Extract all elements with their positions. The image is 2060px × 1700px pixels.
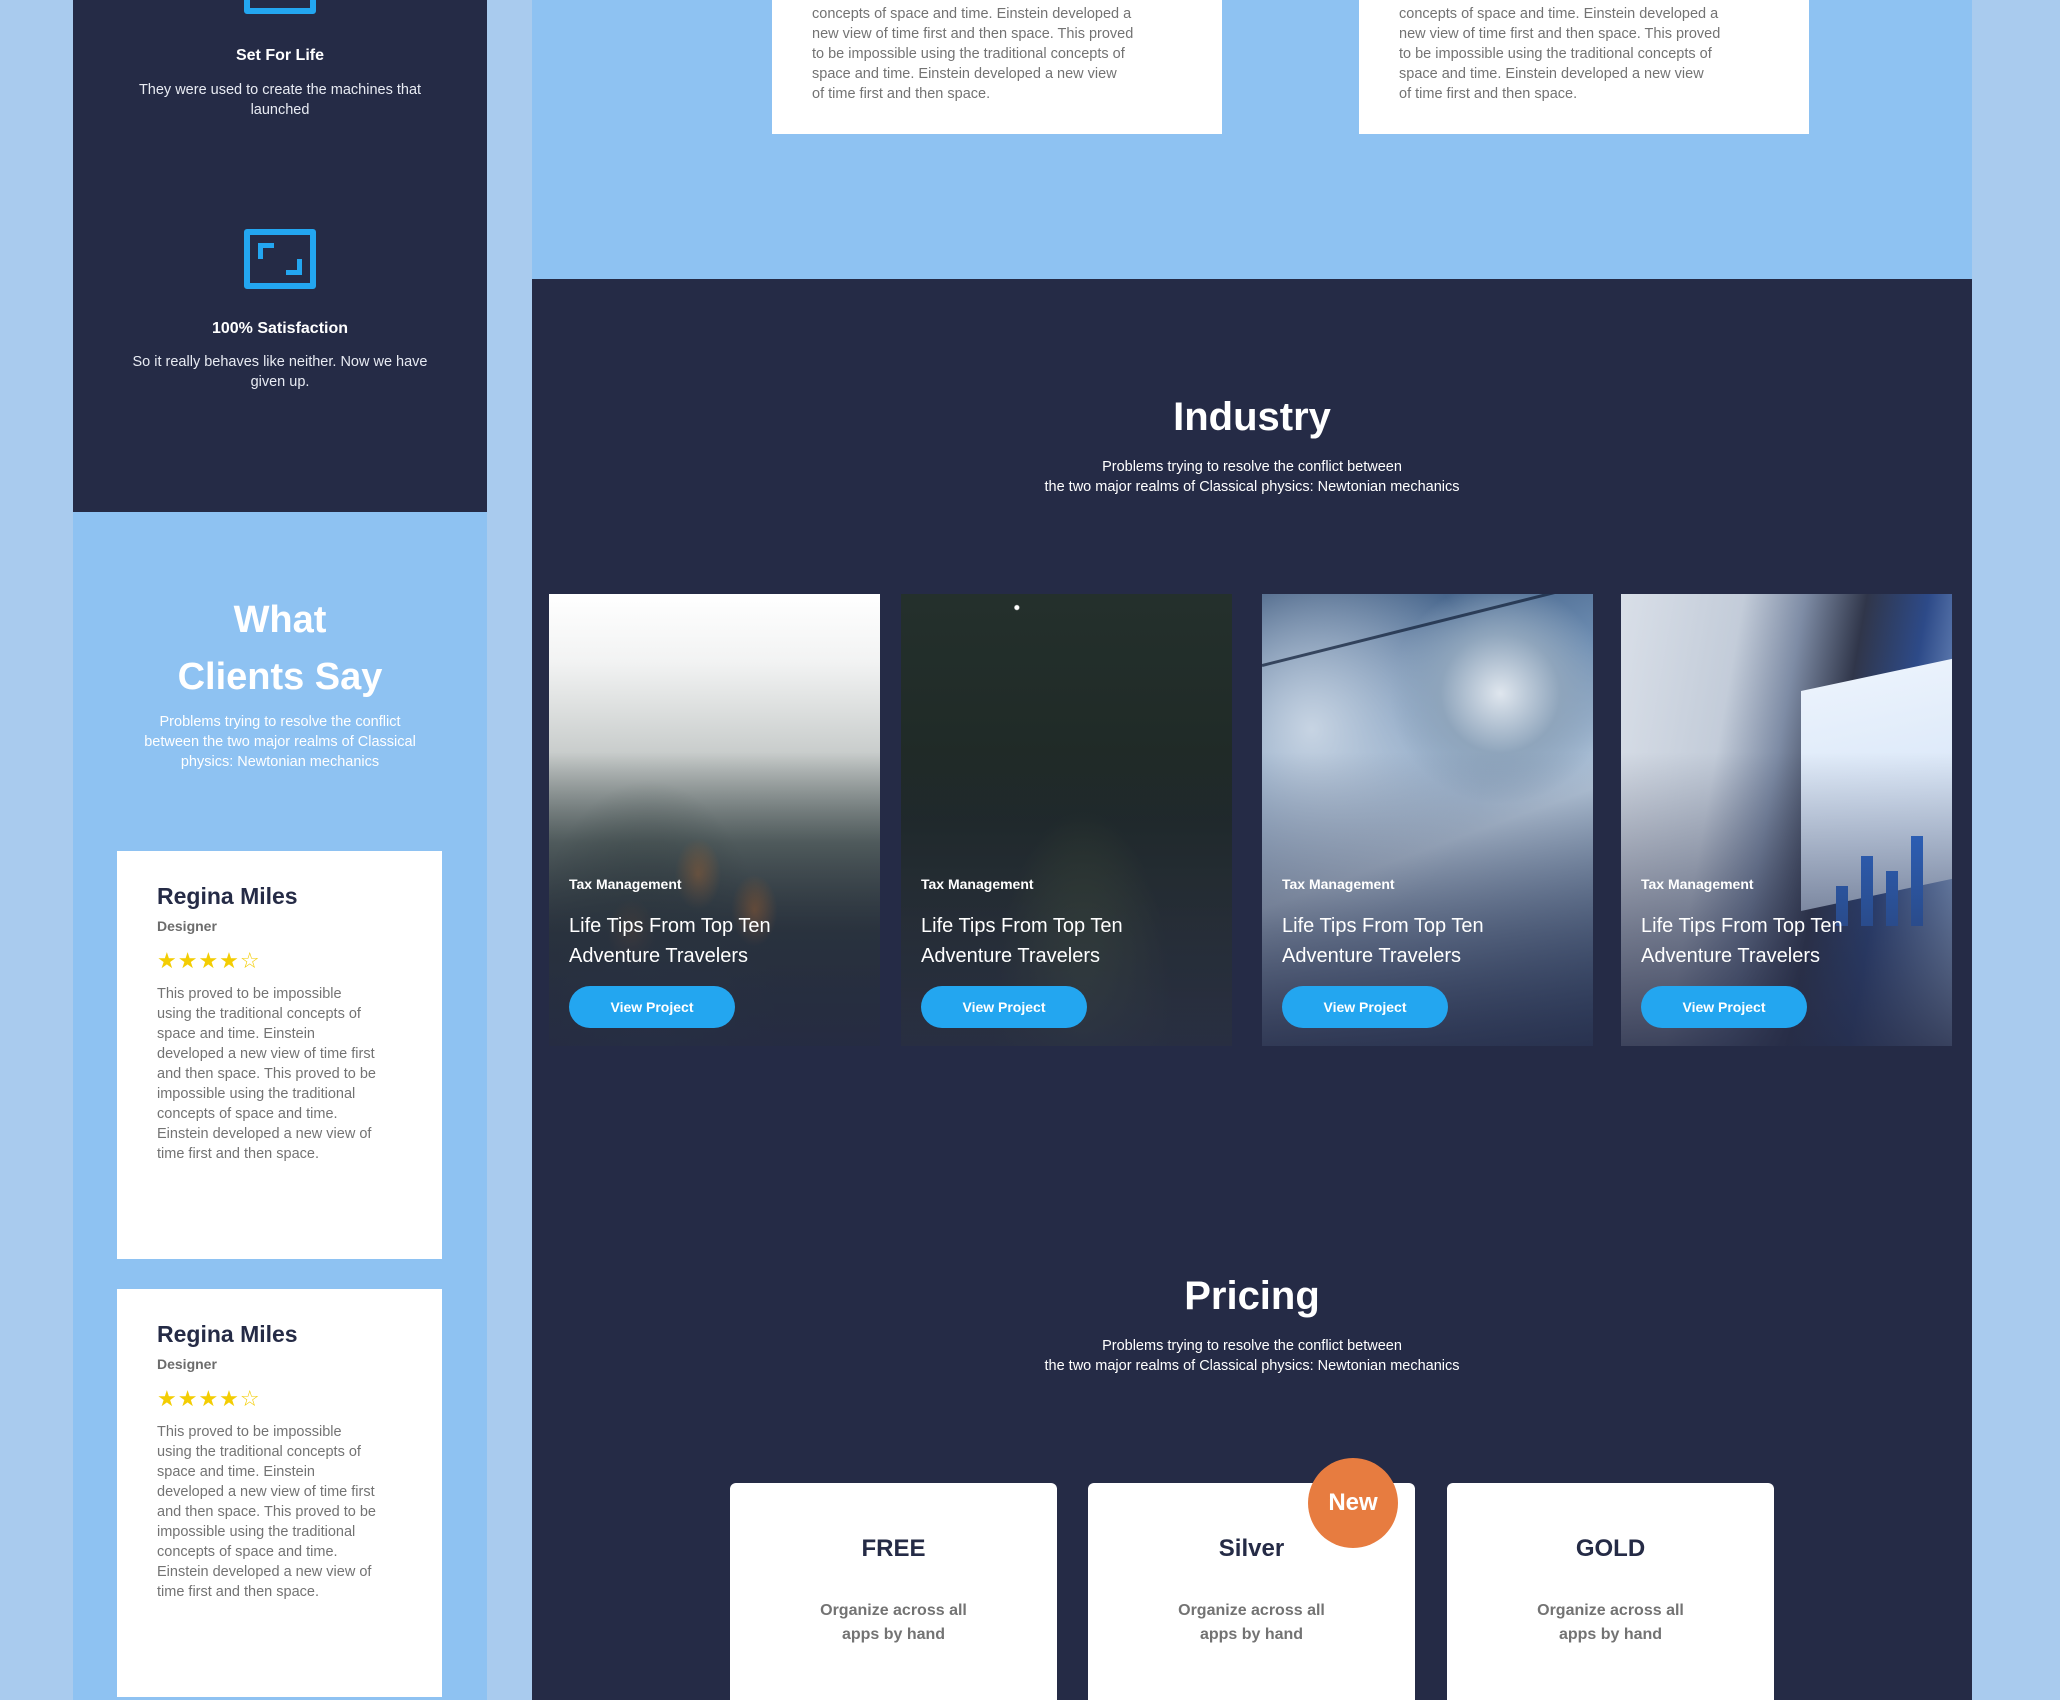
plan-description: Organize across all apps by hand	[1537, 1602, 1684, 1643]
text-card-line: concepts of space and time. Einstein dev…	[812, 6, 1132, 22]
new-badge: New	[1308, 1458, 1398, 1548]
testimonial-text: This proved to be impossible using the t…	[157, 986, 376, 1162]
view-project-button[interactable]: View Project	[1282, 986, 1448, 1028]
testimonial-card: Regina Miles Designer ★★★★☆ This proved …	[117, 851, 442, 1259]
plan-description: Organize across all apps by hand	[820, 1602, 967, 1643]
industry-pricing-section: Industry Problems trying to resolve the …	[532, 279, 1972, 1700]
subtitle-line: the two major realms of Classical physic…	[1044, 479, 1460, 495]
text-card-line: space and time. Einstein developed a new…	[1399, 66, 1704, 82]
feature-title: 100% Satisfaction	[211, 320, 349, 337]
testimonial-name: Regina Miles	[157, 883, 298, 909]
industry-card[interactable]: Tax Management Life Tips From Top Ten Ad…	[1262, 594, 1593, 1046]
star-rating: ★★★★☆	[157, 1386, 261, 1411]
feature-text: They were used to create the machines th…	[138, 82, 422, 118]
card-category: Tax Management	[569, 876, 682, 892]
industry-title: Industry	[1173, 395, 1331, 439]
features-panel: Set For Life They were used to create th…	[73, 0, 487, 512]
testimonial-role: Designer	[157, 1356, 217, 1372]
subtitle-line: Problems trying to resolve the conflict …	[1102, 1338, 1402, 1354]
testimonial-text: This proved to be impossible using the t…	[157, 1424, 376, 1600]
pricing-card-free[interactable]: FREE Organize across all apps by hand	[730, 1483, 1057, 1700]
card-title: Life Tips From Top Ten Adventure Travele…	[569, 915, 771, 967]
text-card-line: new view of time first and then space. T…	[1399, 26, 1721, 42]
text-card-line: concepts of space and time. Einstein dev…	[1399, 6, 1719, 22]
pricing-title: Pricing	[1184, 1274, 1320, 1318]
testimonial-role: Designer	[157, 918, 217, 934]
plan-description: Organize across all apps by hand	[1178, 1602, 1325, 1643]
pricing-card-gold[interactable]: GOLD Organize across all apps by hand	[1447, 1483, 1774, 1700]
industry-subtitle: Problems trying to resolve the conflict …	[532, 457, 1972, 497]
clients-title-line: Clients Say	[177, 656, 383, 698]
star-rating: ★★★★☆	[157, 948, 261, 973]
view-project-button[interactable]: View Project	[569, 986, 735, 1028]
plan-name: FREE	[861, 1535, 926, 1562]
clients-section: What Clients Say Problems trying to reso…	[73, 512, 487, 1700]
subtitle-line: the two major realms of Classical physic…	[1044, 1358, 1460, 1374]
text-card: concepts of space and time. Einstein dev…	[772, 0, 1222, 134]
subtitle-line: Problems trying to resolve the conflict …	[1102, 459, 1402, 475]
industry-card[interactable]: Tax Management Life Tips From Top Ten Ad…	[549, 594, 880, 1046]
card-title: Life Tips From Top Ten Adventure Travele…	[1282, 915, 1484, 967]
text-card-line: of time first and then space.	[1399, 86, 1578, 102]
card-title: Life Tips From Top Ten Adventure Travele…	[921, 915, 1123, 967]
clients-title: What Clients Say	[73, 592, 487, 706]
card-category: Tax Management	[921, 876, 1034, 892]
card-category: Tax Management	[1641, 876, 1754, 892]
view-project-button[interactable]: View Project	[1641, 986, 1807, 1028]
clients-title-line: What	[233, 599, 327, 641]
expand-icon	[244, 229, 316, 289]
text-card: concepts of space and time. Einstein dev…	[1359, 0, 1809, 134]
testimonial-name: Regina Miles	[157, 1321, 298, 1347]
plan-name: GOLD	[1575, 1535, 1646, 1562]
text-card-line: new view of time first and then space. T…	[812, 26, 1134, 42]
text-card-line: of time first and then space.	[812, 86, 991, 102]
pricing-subtitle: Problems trying to resolve the conflict …	[532, 1336, 1972, 1376]
text-card-line: space and time. Einstein developed a new…	[812, 66, 1117, 82]
card-category: Tax Management	[1282, 876, 1395, 892]
text-card-line: to be impossible using the traditional c…	[812, 46, 1125, 62]
feature-title: Set For Life	[235, 47, 324, 64]
industry-card[interactable]: Tax Management Life Tips From Top Ten Ad…	[901, 594, 1232, 1046]
industry-card[interactable]: Tax Management Life Tips From Top Ten Ad…	[1621, 594, 1952, 1046]
feature-text: So it really behaves like neither. Now w…	[132, 354, 428, 390]
card-title: Life Tips From Top Ten Adventure Travele…	[1641, 915, 1843, 967]
frame-icon	[244, 0, 316, 14]
view-project-button[interactable]: View Project	[921, 986, 1087, 1028]
text-card-line: to be impossible using the traditional c…	[1399, 46, 1712, 62]
clients-subtitle: Problems trying to resolve the conflict …	[144, 714, 416, 770]
testimonial-card: Regina Miles Designer ★★★★☆ This proved …	[117, 1289, 442, 1697]
top-band: concepts of space and time. Einstein dev…	[532, 0, 1972, 279]
